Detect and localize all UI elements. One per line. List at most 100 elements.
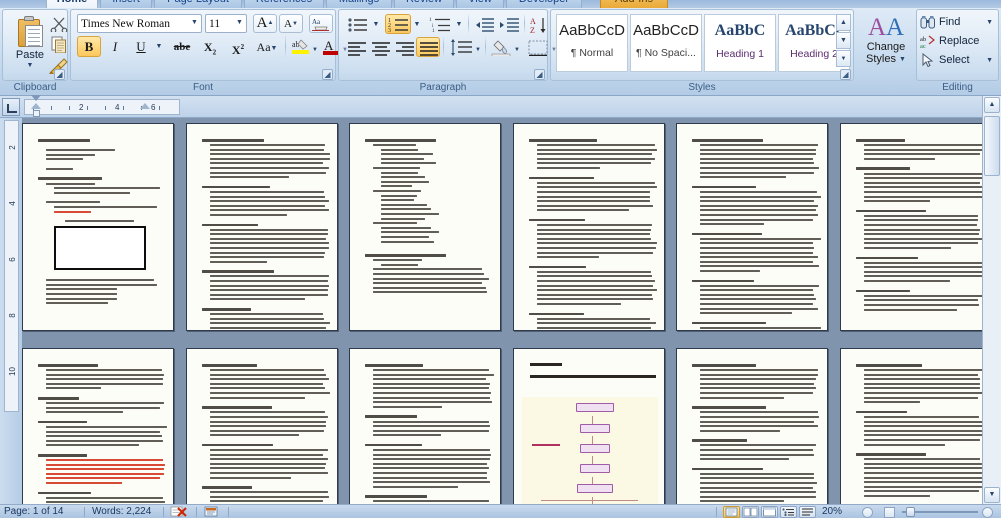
print-layout-view-button[interactable]: [723, 506, 740, 518]
clear-formatting-button[interactable]: Aa: [309, 14, 333, 33]
chevron-down-icon[interactable]: ▼: [233, 15, 246, 32]
style-gallery-item-normal[interactable]: AaBbCcD ¶ Normal: [556, 14, 628, 72]
scissors-icon: [50, 17, 68, 32]
zoom-reset-button[interactable]: [884, 507, 895, 518]
paragraph-dialog-launcher[interactable]: ◢: [534, 69, 545, 80]
select-button[interactable]: Select ▼: [919, 51, 997, 70]
document-page-thumbnail[interactable]: [839, 348, 982, 504]
ribbon-tab-developer[interactable]: Developer: [506, 0, 582, 8]
superscript-button[interactable]: X2: [225, 36, 251, 57]
ribbon-tab-add-ins[interactable]: Add-Ins: [600, 0, 668, 8]
word-count[interactable]: Words: 2,224: [92, 505, 151, 518]
document-page-thumbnail[interactable]: [349, 348, 501, 504]
paste-button[interactable]: Paste ▼: [9, 12, 51, 74]
scroll-up-button[interactable]: ▲: [984, 97, 1000, 113]
ribbon-tab-insert[interactable]: Insert: [100, 0, 152, 8]
styles-more-button[interactable]: ▼: [836, 50, 851, 67]
sort-button[interactable]: A Z: [527, 14, 549, 34]
align-center-button[interactable]: [368, 37, 392, 57]
multilevel-list-dropdown[interactable]: ▼: [453, 14, 465, 34]
bullets-button[interactable]: [344, 14, 370, 34]
outline-view-button[interactable]: [780, 506, 797, 518]
document-page-thumbnail[interactable]: [185, 348, 338, 504]
shading-button[interactable]: ▼: [489, 37, 523, 57]
style-gallery-item-heading1[interactable]: AaBbC Heading 1: [704, 14, 776, 72]
proofing-errors-icon[interactable]: [170, 505, 188, 518]
document-page-thumbnail[interactable]: [22, 348, 174, 504]
styles-scroll-down-button[interactable]: ▼: [836, 32, 851, 49]
clipboard-dialog-launcher[interactable]: ◢: [54, 69, 65, 80]
ribbon-tab-page-layout[interactable]: Page Layout: [154, 0, 242, 8]
document-page-thumbnail[interactable]: [512, 123, 665, 331]
document-page-thumbnail[interactable]: [676, 348, 828, 504]
document-page-thumbnail[interactable]: [349, 123, 501, 331]
select-dropdown-arrow[interactable]: ▼: [986, 51, 993, 70]
subscript-button[interactable]: X2: [197, 36, 223, 57]
numbering-button[interactable]: 123: [385, 14, 411, 34]
find-button[interactable]: Find ▼: [919, 13, 997, 32]
document-page-thumbnail[interactable]: [512, 348, 665, 504]
document-page-thumbnail[interactable]: [185, 123, 338, 331]
zoom-level-label[interactable]: 20%: [822, 505, 842, 518]
bullets-dropdown[interactable]: ▼: [370, 14, 382, 34]
page-indicator[interactable]: Page: 1 of 14: [4, 505, 64, 518]
style-gallery-item-no-spacing[interactable]: AaBbCcD ¶ No Spaci...: [630, 14, 702, 72]
align-right-button[interactable]: [392, 37, 416, 57]
document-page-thumbnail[interactable]: [22, 123, 174, 331]
left-indent-marker[interactable]: [33, 110, 40, 117]
hanging-indent-marker[interactable]: [31, 103, 41, 109]
draft-view-button[interactable]: [799, 506, 816, 518]
multilevel-list-button[interactable]: 1i1: [427, 14, 453, 34]
shrink-font-button[interactable]: A▼: [279, 14, 303, 33]
web-layout-view-button[interactable]: [761, 506, 778, 518]
scrollbar-thumb[interactable]: [984, 116, 1000, 176]
change-case-button[interactable]: Aa▼: [253, 36, 281, 57]
document-text-line: [373, 144, 417, 147]
ribbon-tab-view[interactable]: View: [456, 0, 504, 8]
italic-button[interactable]: I: [103, 36, 127, 57]
decrease-indent-button[interactable]: [472, 14, 496, 34]
document-canvas[interactable]: [22, 118, 982, 504]
zoom-slider-knob[interactable]: [906, 507, 915, 517]
grow-font-button[interactable]: A▲: [253, 14, 277, 33]
zoom-in-button[interactable]: [982, 507, 993, 518]
first-line-indent-marker[interactable]: [31, 95, 41, 101]
bold-button[interactable]: B: [77, 36, 101, 57]
font-name-combobox[interactable]: Times New Roman ▼: [77, 14, 202, 33]
numbering-dropdown[interactable]: ▼: [411, 14, 423, 34]
vertical-ruler[interactable]: 2 4 6 8 10: [4, 120, 19, 412]
full-screen-reading-view-button[interactable]: [742, 506, 759, 518]
right-indent-marker[interactable]: [140, 103, 150, 109]
scroll-down-button[interactable]: ▼: [984, 487, 1000, 503]
language-icon[interactable]: [202, 505, 220, 518]
styles-dialog-launcher[interactable]: ◢: [840, 69, 851, 80]
strikethrough-button[interactable]: abe: [169, 36, 195, 57]
chevron-down-icon[interactable]: ▼: [188, 15, 201, 32]
font-dialog-launcher[interactable]: ◢: [322, 69, 333, 80]
vertical-scrollbar[interactable]: ▲ ▼: [982, 96, 1001, 504]
paste-dropdown-arrow[interactable]: ▼: [10, 62, 50, 69]
underline-dropdown[interactable]: ▼: [153, 36, 165, 57]
find-dropdown-arrow[interactable]: ▼: [986, 13, 993, 32]
tab-selector-button[interactable]: [2, 98, 20, 116]
ribbon-tab-mailings[interactable]: Mailings: [326, 0, 392, 8]
text-highlight-button[interactable]: ab ▼: [289, 36, 319, 57]
underline-button[interactable]: U: [129, 36, 153, 57]
replace-button[interactable]: ab ac Replace: [919, 32, 997, 51]
increase-indent-button[interactable]: [497, 14, 521, 34]
document-page-thumbnail[interactable]: [676, 123, 828, 331]
ribbon-tab-references[interactable]: References: [244, 0, 324, 8]
zoom-out-button[interactable]: [862, 507, 873, 518]
document-page-thumbnail[interactable]: [839, 123, 982, 331]
cut-button[interactable]: [47, 13, 69, 33]
change-styles-button[interactable]: AA Change Styles ▼: [859, 13, 913, 73]
justify-button[interactable]: [416, 37, 440, 57]
ribbon-tab-home[interactable]: Home: [46, 0, 98, 8]
font-size-combobox[interactable]: 11 ▼: [205, 14, 247, 33]
line-spacing-button[interactable]: ▼: [447, 37, 481, 57]
copy-button[interactable]: [47, 34, 69, 54]
align-left-button[interactable]: [344, 37, 368, 57]
styles-scroll-up-button[interactable]: ▲: [836, 14, 851, 31]
horizontal-ruler[interactable]: 2 4 6: [24, 99, 180, 115]
ribbon-tab-review[interactable]: Review: [394, 0, 454, 8]
